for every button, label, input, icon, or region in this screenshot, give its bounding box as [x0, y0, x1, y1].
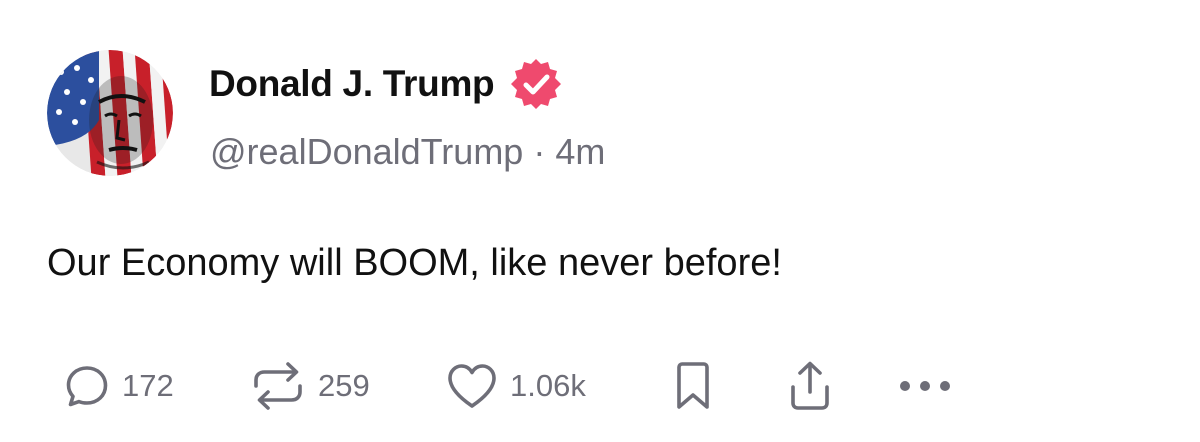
like-button[interactable]: 1.06k [446, 362, 672, 410]
more-icon [900, 381, 950, 391]
bookmark-icon [677, 362, 709, 409]
avatar[interactable] [47, 50, 173, 176]
comment-icon [66, 366, 108, 407]
timestamp[interactable]: 4m [555, 131, 605, 172]
more-button[interactable] [896, 376, 954, 396]
repost-button[interactable]: 259 [250, 360, 446, 412]
share-icon [791, 361, 829, 410]
like-count: 1.06k [510, 368, 586, 403]
share-button[interactable] [788, 360, 896, 412]
post-text: Our Economy will BOOM, like never before… [47, 242, 782, 284]
separator-dot: · [533, 131, 546, 172]
display-name[interactable]: Donald J. Trump [209, 58, 495, 110]
repost-icon [254, 362, 302, 410]
handle-line: @realDonaldTrump · 4m [210, 128, 605, 176]
avatar-image [47, 50, 173, 176]
display-name-row: Donald J. Trump [209, 56, 564, 112]
verified-badge-icon [511, 59, 562, 109]
reply-count: 172 [122, 368, 174, 403]
post-card: Donald J. Trump @realDonaldTrump · 4m Ou… [0, 0, 1200, 442]
action-bar: 172 259 1.06k [64, 356, 954, 416]
handle[interactable]: @realDonaldTrump [210, 131, 523, 172]
heart-icon [448, 364, 496, 408]
reply-button[interactable]: 172 [64, 363, 250, 409]
bookmark-button[interactable] [672, 361, 788, 411]
repost-count: 259 [318, 368, 370, 403]
